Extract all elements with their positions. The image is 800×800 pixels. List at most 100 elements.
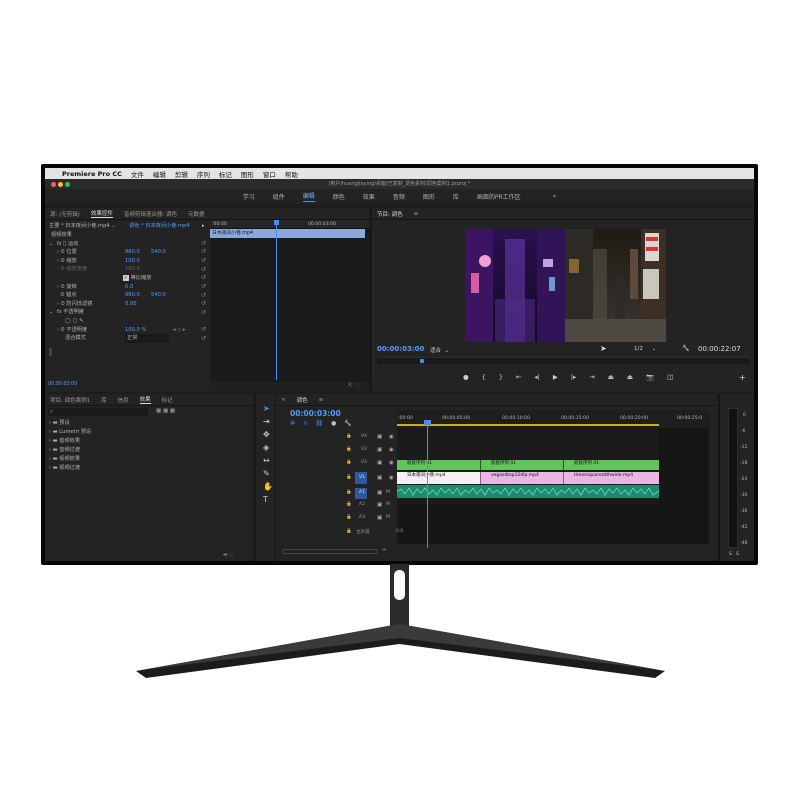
track-lock-icon[interactable]: 🔒 — [346, 475, 352, 480]
menu-window[interactable]: 窗口 — [263, 169, 276, 179]
v1-clip[interactable]: vegasdtop12dlp.mp4 — [480, 472, 563, 484]
eye-icon[interactable]: ◉ — [389, 460, 394, 466]
workspace-audio[interactable]: 音频 — [393, 192, 405, 201]
ripple-edit-tool-icon[interactable]: ✥ — [263, 430, 270, 439]
track-select-tool-icon[interactable]: ⇥ — [263, 417, 270, 426]
reset-opacity-section-icon[interactable]: ↺ — [201, 309, 206, 316]
workspace-libraries[interactable]: 库 — [453, 192, 459, 201]
sync-lock-icon[interactable]: ▣ — [377, 434, 382, 440]
workspace-color[interactable]: 颜色 — [333, 192, 345, 201]
sync-lock-icon[interactable]: ▣ — [377, 447, 382, 453]
tab-effects[interactable]: 效果 — [139, 395, 151, 404]
mute-button[interactable]: M — [386, 490, 390, 495]
list-item[interactable]: › ▬ 视频过渡 — [49, 464, 80, 473]
fit-dropdown[interactable]: 适合 ⌄ — [430, 346, 470, 354]
menu-file[interactable]: 文件 — [131, 169, 144, 179]
menu-sequence[interactable]: 序列 — [197, 169, 210, 179]
program-playhead[interactable] — [420, 359, 424, 363]
mark-in-icon[interactable]: { — [482, 373, 486, 381]
go-to-in-icon[interactable]: ⇤ — [516, 373, 521, 381]
position-x-value[interactable]: 960.0 — [125, 248, 140, 257]
tab-sequence[interactable]: 调色 — [297, 396, 308, 404]
resolution-dropdown[interactable]: 1/2 ⌄ — [634, 346, 656, 352]
work-area-bar[interactable] — [397, 424, 659, 426]
workspace-more-button[interactable]: » — [553, 193, 557, 200]
master-clip-selector[interactable]: 主要 * 日本夜间小巷.mp4 ⌄ — [49, 222, 116, 231]
v2-clip[interactable]: 嵌套序列 01 — [563, 460, 659, 470]
sequence-clip-selector[interactable]: 调色 * 日本夜间小巷.mp4 — [129, 222, 190, 231]
track-lock-icon[interactable]: 🔒 — [346, 502, 352, 507]
timeline-playhead[interactable] — [427, 420, 428, 548]
tab-source[interactable]: 源: (无剪辑) — [50, 210, 80, 218]
v1-clip[interactable]: timessquareatthwide.mp4 — [563, 472, 659, 484]
solo-left-button[interactable]: S — [729, 552, 732, 557]
rect-mask-icon[interactable]: ▢ — [72, 318, 77, 324]
uniform-scale-checkbox[interactable]: ✓ — [123, 275, 129, 281]
workspace-effects[interactable]: 效果 — [363, 192, 375, 201]
wrench-icon[interactable]: 🔧 — [682, 345, 689, 352]
track-label[interactable]: V3 — [361, 447, 367, 452]
app-name-menu[interactable]: Premiere Pro CC — [62, 170, 122, 178]
playhead-handle[interactable] — [424, 420, 431, 425]
v1-clip[interactable]: 日本夜间小巷.mp4 — [397, 472, 480, 484]
effect-controls-timecode[interactable]: 00:00:03:00 — [48, 381, 77, 390]
hand-tool-icon[interactable]: ✋ — [263, 482, 273, 491]
mute-button[interactable]: M — [386, 515, 390, 520]
panel-menu-icon[interactable]: ≡ — [414, 211, 419, 217]
motion-row[interactable]: ⌄ fx ⃞ 运动 — [49, 240, 78, 249]
add-marker-icon[interactable]: ● — [331, 420, 336, 427]
sync-lock-icon[interactable]: ▣ — [377, 490, 382, 496]
snap-icon[interactable]: ∩ — [303, 420, 307, 427]
close-window-button[interactable] — [51, 181, 56, 187]
sync-lock-icon[interactable]: ▣ — [377, 460, 382, 466]
track-lock-icon[interactable]: 🔒 — [346, 529, 352, 534]
tab-program[interactable]: 节目: 调色 — [377, 210, 403, 218]
keyframe-nav-icon[interactable]: ◂ ◇ ▸ — [173, 326, 186, 335]
track-lock-icon[interactable]: 🔒 — [346, 515, 352, 520]
step-back-icon[interactable]: ◂| — [534, 373, 539, 381]
track-label[interactable]: V4 — [361, 434, 367, 439]
tab-info[interactable]: 信息 — [118, 396, 129, 404]
tab-audio-clip-mixer[interactable]: 音频剪辑混合器: 调色 — [124, 210, 177, 218]
reset-antiflicker-icon[interactable]: ↺ — [201, 300, 206, 307]
track-label[interactable]: A3 — [359, 515, 365, 520]
timeline-settings-icon[interactable]: 🔧 — [344, 420, 351, 427]
menu-help[interactable]: 帮助 — [285, 169, 298, 179]
menu-graphics[interactable]: 图形 — [241, 169, 254, 179]
menu-edit[interactable]: 编辑 — [153, 169, 166, 179]
reset-scale-icon[interactable]: ↺ — [201, 257, 206, 264]
razor-tool-icon[interactable]: ◈ — [263, 443, 269, 452]
mini-playhead-handle[interactable] — [274, 220, 279, 225]
list-item[interactable]: › ▬ Lumetri 预设 — [49, 428, 91, 437]
workspace-assembly[interactable]: 组件 — [273, 192, 285, 201]
track-lock-icon[interactable]: 🔒 — [346, 490, 352, 495]
antiflicker-value[interactable]: 0.00 — [125, 300, 137, 309]
position-y-value[interactable]: 540.0 — [151, 248, 166, 257]
track-label[interactable]: V1 — [359, 475, 365, 480]
workspace-custom[interactable]: 画面的PR工作区 — [477, 192, 521, 201]
type-tool-icon[interactable]: T — [263, 495, 268, 504]
list-item[interactable]: › ▬ 音频效果 — [49, 437, 80, 446]
scroll-arrow-icon[interactable]: ⇹ — [382, 547, 386, 553]
close-tab-icon[interactable]: × — [281, 397, 286, 403]
menu-markers[interactable]: 标记 — [219, 169, 232, 179]
play-icon[interactable]: ▶ — [553, 373, 558, 381]
minimize-window-button[interactable] — [58, 181, 63, 187]
master-volume[interactable]: 0.0 — [396, 529, 403, 534]
reset-scale-width-icon[interactable]: ↺ — [201, 266, 206, 273]
track-lock-icon[interactable]: 🔒 — [346, 460, 352, 465]
menu-clip[interactable]: 剪辑 — [175, 169, 188, 179]
tab-libraries[interactable]: 库 — [101, 396, 107, 404]
effect-filter-icons[interactable]: ▦ ▦ ▦ — [156, 408, 175, 414]
scale-value[interactable]: 100.0 — [125, 257, 140, 266]
tab-effect-controls[interactable]: 效果控件 — [90, 209, 113, 218]
timeline-menu-icon[interactable]: ≡ — [319, 397, 324, 403]
list-item[interactable]: › ▬ 视频效果 — [49, 455, 80, 464]
mini-clip-bar[interactable]: 日本夜间小巷.mp4 — [210, 229, 365, 238]
reset-anchor-icon[interactable]: ↺ — [201, 292, 206, 299]
timeline-timecode[interactable]: 00:00:03:00 — [290, 409, 341, 418]
mute-button[interactable]: M — [386, 502, 390, 507]
linked-selection-icon[interactable]: ⛓ — [315, 420, 323, 427]
ellipse-mask-icon[interactable]: ◯ — [65, 318, 71, 324]
add-marker-icon[interactable]: ● — [463, 373, 469, 381]
